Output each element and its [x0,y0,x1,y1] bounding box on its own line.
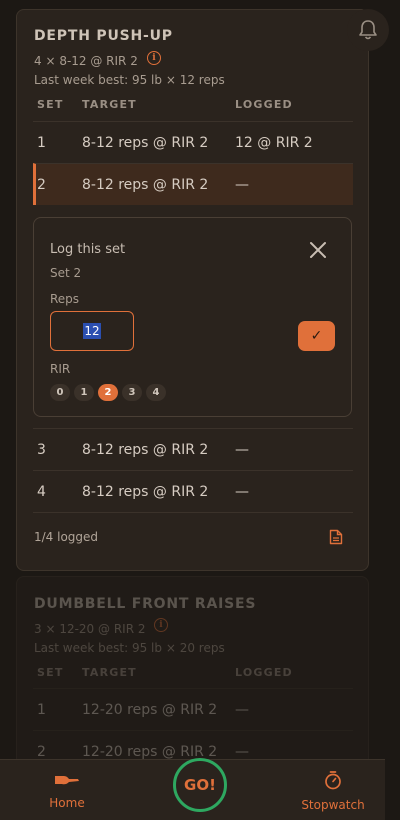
confirm-set-button[interactable]: ✓ [298,321,335,351]
set-target: 8-12 reps @ RIR 2 [82,442,209,458]
set-logged: — [235,744,249,760]
rir-option-4[interactable]: 4 [146,384,166,401]
notification-button[interactable] [347,9,389,51]
set-row[interactable]: 1 8-12 reps @ RIR 2 12 @ RIR 2 [33,121,353,163]
rir-label: RIR [50,362,71,376]
rir-selector: 0 1 2 3 4 [50,384,166,401]
rir-option-2[interactable]: 2 [98,384,118,401]
col-header-set: SET [37,666,64,679]
col-header-target: TARGET [82,666,137,679]
set-row-active[interactable]: 2 8-12 reps @ RIR 2 — [33,163,353,205]
log-panel-title: Log this set [50,242,126,257]
stopwatch-icon [325,771,341,790]
set-number: 1 [37,702,46,718]
tab-stopwatch-label: Stopwatch [301,798,365,812]
set-number: 4 [37,484,46,500]
info-icon[interactable]: i [154,618,168,632]
col-header-logged: LOGGED [235,98,293,111]
col-header-logged: LOGGED [235,666,293,679]
tab-stopwatch[interactable]: Stopwatch [298,770,368,812]
set-target: 8-12 reps @ RIR 2 [82,135,209,151]
set-logged: 12 @ RIR 2 [235,135,313,151]
set-row[interactable]: 3 8-12 reps @ RIR 2 — [33,428,353,470]
exercise-scheme: 3 × 12-20 @ RIR 2 [34,622,146,636]
notes-icon[interactable] [329,529,343,545]
last-week-best: Last week best: 95 lb × 12 reps [34,73,225,87]
exercise-scheme: 4 × 8-12 @ RIR 2 [34,54,138,68]
exercise-title: DEPTH PUSH-UP [34,28,173,44]
set-number: 3 [37,442,46,458]
bottom-tab-bar: Home GO! Stopwatch [0,758,385,820]
close-icon[interactable] [306,238,330,262]
set-number: 2 [37,177,46,193]
set-target: 12-20 reps @ RIR 2 [82,702,218,718]
set-logged: — [235,484,249,500]
exercise-card-depth-push-up: DEPTH PUSH-UP 4 × 8-12 @ RIR 2 i Last we… [16,9,369,571]
set-target: 8-12 reps @ RIR 2 [82,177,209,193]
reps-label: Reps [50,292,80,306]
log-set-panel: Log this set Set 2 Reps 12 ✓ RIR 0 1 2 3… [33,217,352,417]
col-header-set: SET [37,98,64,111]
bell-icon [359,20,377,40]
table-divider [33,512,353,513]
dumbbell-icon [55,776,79,785]
set-logged: — [235,442,249,458]
go-button[interactable]: GO! [173,758,227,812]
tab-home[interactable]: Home [40,772,94,810]
set-logged: — [235,702,249,718]
info-icon[interactable]: i [147,51,161,65]
set-number: 1 [37,135,46,151]
set-number: 2 [37,744,46,760]
rir-option-1[interactable]: 1 [74,384,94,401]
tab-home-label: Home [49,796,85,810]
set-row[interactable]: 1 12-20 reps @ RIR 2 — [33,688,353,730]
set-target: 8-12 reps @ RIR 2 [82,484,209,500]
logged-count: 1/4 logged [34,530,99,544]
reps-input[interactable]: 12 [50,311,134,351]
log-panel-set: Set 2 [50,266,82,280]
set-logged: — [235,177,249,193]
last-week-best: Last week best: 95 lb × 20 reps [34,641,225,655]
exercise-title: DUMBBELL FRONT RAISES [34,596,257,612]
set-row[interactable]: 4 8-12 reps @ RIR 2 — [33,470,353,512]
rir-option-3[interactable]: 3 [122,384,142,401]
reps-value: 12 [83,323,101,339]
rir-option-0[interactable]: 0 [50,384,70,401]
col-header-target: TARGET [82,98,137,111]
